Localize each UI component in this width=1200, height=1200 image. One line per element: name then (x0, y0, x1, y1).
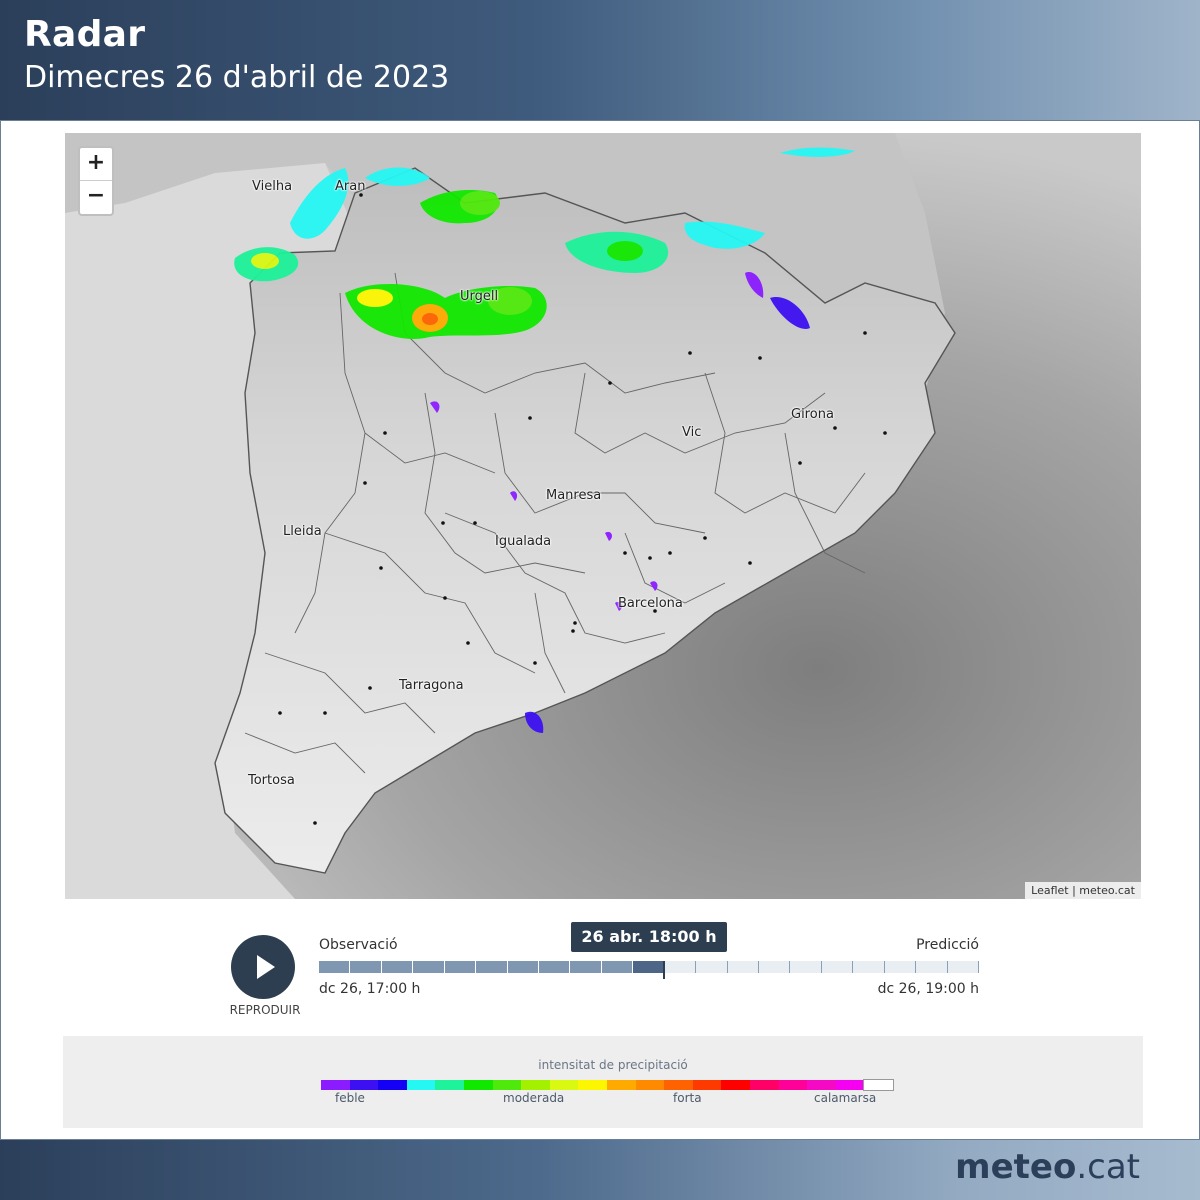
legend-color-swatch (749, 1080, 779, 1090)
map-attribution[interactable]: Leaflet | meteo.cat (1025, 882, 1141, 899)
city-label: Barcelona (618, 596, 683, 611)
legend-color-scale (321, 1079, 894, 1091)
timeline-step[interactable] (884, 961, 917, 973)
legend-color-swatch (349, 1080, 379, 1090)
legend-color-swatch (635, 1080, 665, 1090)
timeline-step[interactable] (381, 961, 414, 973)
city-label: Igualada (495, 534, 552, 549)
legend-color-swatch (378, 1080, 407, 1090)
timeline-step[interactable] (664, 961, 697, 973)
city-label: Urgell (460, 289, 499, 304)
city-label: Tortosa (248, 773, 295, 788)
legend-color-swatch (549, 1080, 579, 1090)
timeline-step[interactable] (853, 961, 885, 973)
timeline-start-label: dc 26, 17:00 h (319, 981, 421, 997)
play-icon (257, 955, 275, 979)
zoom-out-button[interactable]: − (80, 181, 112, 213)
page-subtitle: Dimecres 26 d'abril de 2023 (24, 60, 450, 95)
legend-color-swatch (807, 1080, 836, 1090)
timeline-step[interactable] (759, 961, 791, 973)
legend-color-swatch (521, 1080, 550, 1090)
meteocat-logo: meteo.cat (955, 1147, 1140, 1187)
timeline-step[interactable] (444, 961, 477, 973)
legend-color-swatch (435, 1080, 464, 1090)
legend-title: intensitat de precipitació (538, 1058, 688, 1072)
legend-color-swatch (606, 1080, 636, 1090)
timeline-step[interactable] (413, 961, 445, 973)
legend-label-hail: calamarsa (814, 1091, 877, 1105)
radar-map[interactable]: Vielha Aran Urgell Girona Vic Manresa Ll… (65, 133, 1141, 899)
legend-label-moderate: moderada (503, 1091, 565, 1105)
city-label: Aran (335, 179, 366, 194)
timeline-step[interactable] (916, 961, 948, 973)
timeline-step[interactable] (947, 961, 979, 973)
zoom-in-button[interactable]: + (80, 148, 112, 181)
timeline-step[interactable] (790, 961, 822, 973)
legend-color-swatch (578, 1080, 607, 1090)
legend-color-swatch (463, 1080, 493, 1090)
timeline-step[interactable] (821, 961, 854, 973)
timeline-control: REPRODUIR Observació Predicció 26 abr. 1… (1, 911, 1199, 1031)
city-label: Lleida (283, 524, 322, 539)
timeline-step[interactable] (319, 961, 351, 973)
timeline-step[interactable] (601, 961, 634, 973)
city-label: Vic (682, 425, 702, 440)
timeline-step[interactable] (476, 961, 508, 973)
city-label: Tarragona (399, 678, 464, 693)
legend-label-strong: forta (673, 1091, 702, 1105)
timeline-step[interactable] (507, 961, 539, 973)
timeline-step[interactable] (633, 961, 665, 973)
current-time-marker (663, 961, 665, 979)
timeline-step[interactable] (539, 961, 571, 973)
legend-color-swatch (664, 1080, 693, 1090)
map-base (65, 133, 1141, 899)
legend-color-swatch (721, 1080, 750, 1090)
legend-color-swatch (492, 1080, 522, 1090)
timeline-step[interactable] (696, 961, 728, 973)
timeline-track[interactable] (319, 961, 979, 973)
page-title: Radar (24, 14, 146, 55)
precipitation-legend: intensitat de precipitació feble moderad… (63, 1036, 1143, 1128)
content-panel: Vielha Aran Urgell Girona Vic Manresa Ll… (0, 120, 1200, 1140)
city-label: Girona (791, 407, 834, 422)
legend-color-swatch (321, 1080, 350, 1090)
play-button[interactable] (231, 935, 295, 999)
city-label: Manresa (546, 488, 602, 503)
legend-color-swatch (778, 1080, 808, 1090)
observation-label: Observació (319, 937, 398, 953)
footer: meteo.cat (0, 1140, 1200, 1200)
legend-color-swatch (835, 1080, 865, 1090)
timeline-end-label: dc 26, 19:00 h (877, 981, 979, 997)
timeline-step[interactable] (727, 961, 759, 973)
legend-label-weak: feble (335, 1091, 365, 1105)
prediction-label: Predicció (916, 937, 979, 953)
timeline-step[interactable] (350, 961, 382, 973)
timeline-step[interactable] (570, 961, 602, 973)
legend-color-swatch (692, 1080, 722, 1090)
legend-color-swatch (406, 1080, 436, 1090)
header: Radar Dimecres 26 d'abril de 2023 (0, 0, 1200, 120)
zoom-control: + − (78, 146, 114, 216)
city-label: Vielha (252, 179, 293, 194)
play-label: REPRODUIR (229, 1003, 301, 1017)
current-time-badge: 26 abr. 18:00 h (571, 922, 727, 952)
legend-color-swatch (863, 1079, 894, 1091)
